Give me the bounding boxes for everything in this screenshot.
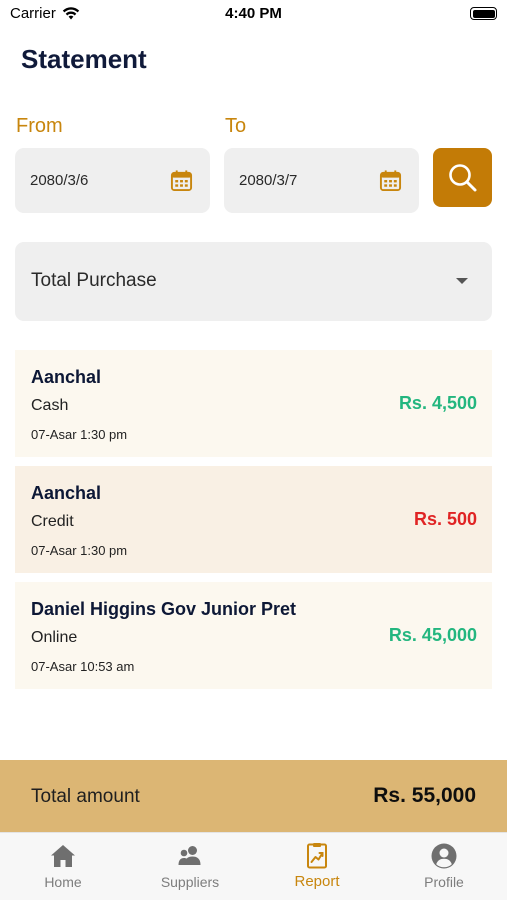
transaction-row[interactable]: Aanchal Credit 07-Asar 1:30 pm Rs. 500 [15,466,492,573]
battery-icon [470,7,497,20]
tab-home[interactable]: Home [0,833,126,900]
transaction-name: Aanchal [31,483,102,503]
total-amount-label: Total amount [31,786,140,807]
total-amount-value: Rs. 55,000 [373,784,476,807]
search-button[interactable] [433,148,492,207]
status-time: 4:40 PM [225,5,282,22]
transaction-time: 07-Asar 10:53 am [31,659,135,674]
report-icon [307,843,327,869]
calendar-icon[interactable] [379,169,402,192]
from-label: From [16,115,63,137]
tab-label: Profile [424,874,464,890]
page-title: Statement [21,44,147,74]
caret-down-icon [456,278,468,284]
suppliers-icon [178,846,201,865]
tab-bar: Home Suppliers Report Profile [0,832,507,900]
from-date-value: 2080/3/6 [30,172,89,189]
tab-profile[interactable]: Profile [381,833,507,900]
status-bar: Carrier 4:40 PM [0,0,507,28]
tab-suppliers[interactable]: Suppliers [127,833,253,900]
tab-label: Report [294,873,340,890]
to-date-value: 2080/3/7 [239,172,298,189]
dropdown-selected-value: Total Purchase [31,270,157,291]
tab-report[interactable]: Report [254,833,380,900]
from-date-field[interactable]: 2080/3/6 [15,148,210,213]
to-label: To [225,115,247,137]
tab-label: Suppliers [160,874,220,890]
tab-label: Home [44,874,82,890]
profile-icon [431,843,457,869]
home-icon [51,845,75,867]
search-icon [448,163,476,191]
transaction-method: Cash [31,397,69,414]
transaction-row[interactable]: Aanchal Cash 07-Asar 1:30 pm Rs. 4,500 [15,350,492,457]
transaction-amount: Rs. 45,000 [388,625,477,645]
statement-type-dropdown[interactable]: Total Purchase [15,242,492,321]
transaction-amount: Rs. 500 [413,509,477,529]
transaction-time: 07-Asar 1:30 pm [31,543,128,558]
transaction-time: 07-Asar 1:30 pm [31,427,128,442]
transaction-method: Online [31,629,78,646]
calendar-icon[interactable] [170,169,193,192]
transaction-row[interactable]: Daniel Higgins Gov Junior Pret Online 07… [15,582,492,689]
total-amount-bar: Total amount Rs. 55,000 [0,760,507,832]
transaction-method: Credit [31,513,74,530]
to-date-field[interactable]: 2080/3/7 [224,148,419,213]
transaction-name: Aanchal [31,367,102,387]
transaction-amount: Rs. 4,500 [398,393,477,413]
transaction-name: Daniel Higgins Gov Junior Pret [31,599,297,619]
